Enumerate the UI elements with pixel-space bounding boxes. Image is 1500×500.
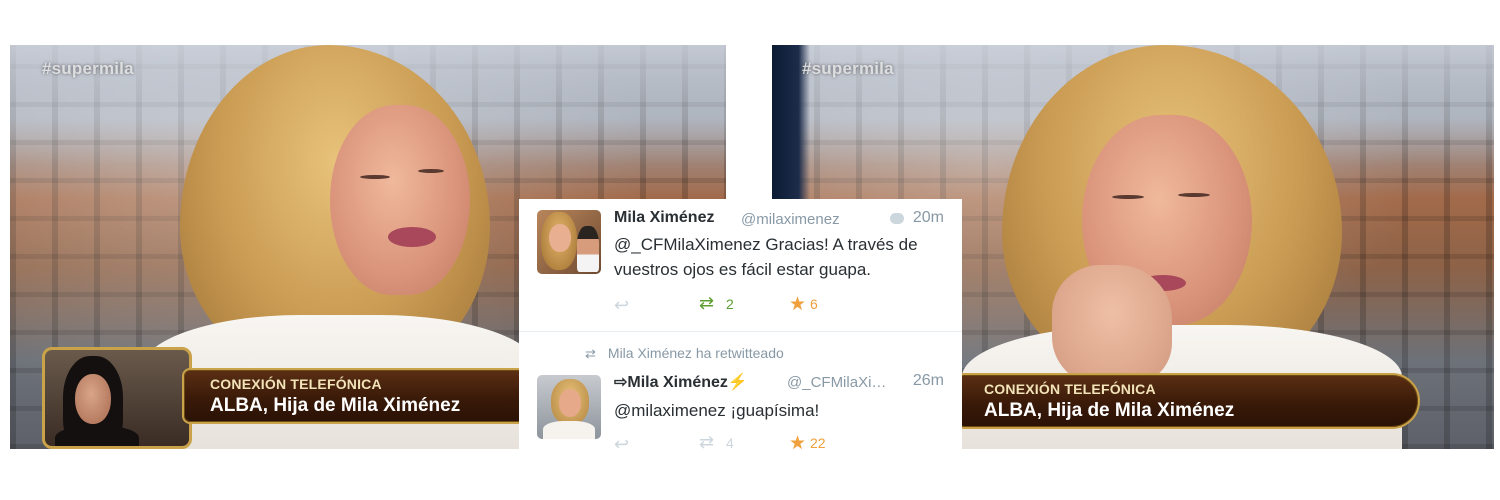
conversation-icon xyxy=(890,213,904,224)
caption-title: CONEXIÓN TELEFÓNICA xyxy=(984,381,1156,397)
hand xyxy=(1052,265,1172,385)
tweet-author-name[interactable]: Mila Ximénez xyxy=(614,209,714,227)
tweet-timestamp[interactable]: 26m xyxy=(913,372,944,390)
reply-icon[interactable]: ↩ xyxy=(614,295,629,316)
caller-photo xyxy=(42,347,192,449)
tweet-author-handle[interactable]: @_CFMilaXi… xyxy=(787,374,886,391)
avatar[interactable] xyxy=(537,210,601,274)
lightning-icon: ⚡ xyxy=(727,374,748,391)
tweet-text: @_CFMilaXimenez Gracias! A través de vue… xyxy=(614,235,918,279)
favorite-count: 22 xyxy=(810,435,826,451)
show-hashtag: #supermila xyxy=(802,59,894,78)
tweet-item[interactable]: Mila Ximénez @milaximenez 20m @_CFMilaXi… xyxy=(519,199,962,332)
favorite-star-icon[interactable]: ★ xyxy=(789,432,806,455)
retweet-icon[interactable]: ⇄ xyxy=(699,432,714,453)
tweet-item[interactable]: ⇄ Mila Ximénez ha retwitteado ⇨Mila Ximén… xyxy=(519,332,962,460)
caption-title: CONEXIÓN TELEFÓNICA xyxy=(210,376,382,392)
caption-subtitle: ALBA, Hija de Mila Ximénez xyxy=(210,395,461,416)
tweet-text: @milaximenez ¡guapísima! xyxy=(614,401,820,420)
caption-subtitle: ALBA, Hija de Mila Ximénez xyxy=(984,400,1235,421)
retweet-count: 2 xyxy=(726,296,734,312)
reply-icon[interactable]: ↩ xyxy=(614,434,629,455)
tweet-timeline: Mila Ximénez @milaximenez 20m @_CFMilaXi… xyxy=(519,199,962,460)
retweet-count: 4 xyxy=(726,435,734,451)
show-hashtag: #supermila xyxy=(42,59,134,78)
favorite-count: 6 xyxy=(810,296,818,312)
tweet-author-name[interactable]: ⇨Mila Ximénez⚡ xyxy=(614,372,748,392)
favorite-star-icon[interactable]: ★ xyxy=(789,293,806,316)
retweet-icon[interactable]: ⇄ xyxy=(699,293,714,314)
lower-third-caption: CONEXIÓN TELEFÓNICA ALBA, Hija de Mila X… xyxy=(956,373,1420,429)
retweet-notice: ⇄ Mila Ximénez ha retwitteado xyxy=(585,345,784,361)
avatar[interactable] xyxy=(537,375,601,439)
retweet-small-icon: ⇄ xyxy=(585,346,596,361)
tweet-timestamp[interactable]: 20m xyxy=(913,209,944,227)
tweet-author-handle[interactable]: @milaximenez xyxy=(741,211,840,228)
